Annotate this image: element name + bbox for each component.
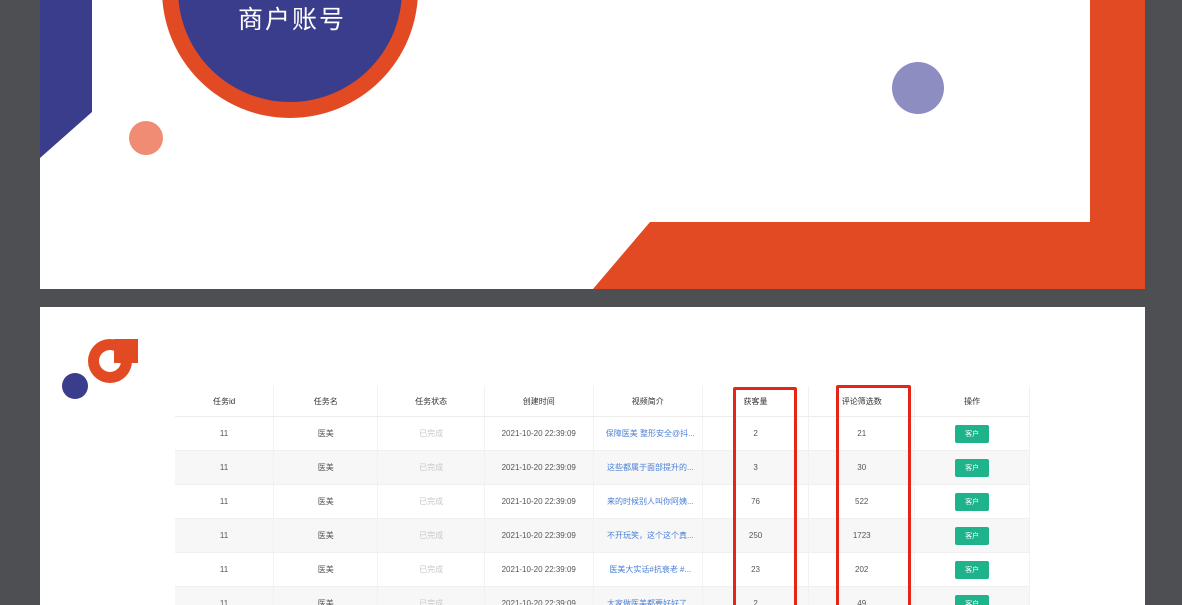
cell-video-intro-link[interactable]: 不开玩笑，这个这个真... (593, 518, 704, 553)
cell-task-name: 医美 (273, 552, 379, 587)
salmon-dot (129, 121, 163, 155)
cell-task-id: 11 (175, 552, 275, 587)
task-table-slide: 任务id 任务名 任务状态 创建时间 视频简介 获客量 评论筛选数 操作 11 … (40, 307, 1145, 605)
cell-created-time: 2021-10-20 22:39:09 (484, 518, 594, 553)
cell-video-intro-link[interactable]: 医美大实话#抗衰老 #... (593, 552, 704, 587)
col-header-created-time[interactable]: 创建时间 (484, 386, 594, 417)
cell-status: 已完成 (377, 416, 485, 451)
cell-task-id: 11 (175, 518, 275, 553)
leads-column-highlight (733, 387, 797, 605)
col-header-task-id[interactable]: 任务id (175, 386, 275, 417)
cell-task-name: 医美 (273, 586, 379, 605)
customer-button[interactable]: 客户 (955, 424, 990, 443)
cell-task-id: 11 (175, 450, 275, 485)
customer-button[interactable]: 客户 (955, 560, 990, 579)
brand-logo-icon (62, 339, 138, 399)
customer-button[interactable]: 客户 (955, 492, 990, 511)
cell-task-name: 医美 (273, 518, 379, 553)
cell-status: 已完成 (377, 586, 485, 605)
cell-task-id: 11 (175, 586, 275, 605)
navy-corner-shape (40, 0, 92, 158)
cell-task-name: 医美 (273, 450, 379, 485)
orange-frame-bottom (593, 222, 1145, 289)
cell-video-intro-link[interactable]: 来的时候别人叫你阿姨... (593, 484, 704, 519)
cell-actions: 客户 (914, 518, 1030, 553)
cell-status: 已完成 (377, 552, 485, 587)
col-header-video-intro[interactable]: 视频简介 (593, 386, 704, 417)
cell-actions: 客户 (914, 586, 1030, 605)
col-header-task-status[interactable]: 任务状态 (377, 386, 485, 417)
title-slide: 商户账号 (40, 0, 1145, 289)
cell-actions: 客户 (914, 416, 1030, 451)
cell-created-time: 2021-10-20 22:39:09 (484, 416, 594, 451)
cell-actions: 客户 (914, 450, 1030, 485)
cell-created-time: 2021-10-20 22:39:09 (484, 484, 594, 519)
cell-created-time: 2021-10-20 22:39:09 (484, 586, 594, 605)
customer-button[interactable]: 客户 (955, 458, 990, 477)
cell-video-intro-link[interactable]: 这些都属于面部提升的... (593, 450, 704, 485)
col-header-actions: 操作 (914, 386, 1030, 417)
cell-task-id: 11 (175, 484, 275, 519)
cell-created-time: 2021-10-20 22:39:09 (484, 450, 594, 485)
cell-status: 已完成 (377, 484, 485, 519)
cell-actions: 客户 (914, 552, 1030, 587)
cell-created-time: 2021-10-20 22:39:09 (484, 552, 594, 587)
badge-title: 商户账号 (237, 5, 346, 34)
cell-video-intro-link[interactable]: 保障医美 整形安全@抖... (593, 416, 704, 451)
cell-video-intro-link[interactable]: 大家做医美都要好好了... (593, 586, 704, 605)
customer-button[interactable]: 客户 (955, 526, 990, 545)
cell-status: 已完成 (377, 518, 485, 553)
cell-actions: 客户 (914, 484, 1030, 519)
slide-decoration (40, 0, 1145, 289)
cell-task-name: 医美 (273, 484, 379, 519)
filtered-column-highlight (836, 385, 911, 605)
col-header-task-name[interactable]: 任务名 (273, 386, 379, 417)
cell-task-id: 11 (175, 416, 275, 451)
lavender-dot (892, 62, 944, 114)
customer-button[interactable]: 客户 (955, 594, 990, 605)
cell-status: 已完成 (377, 450, 485, 485)
cell-task-name: 医美 (273, 416, 379, 451)
